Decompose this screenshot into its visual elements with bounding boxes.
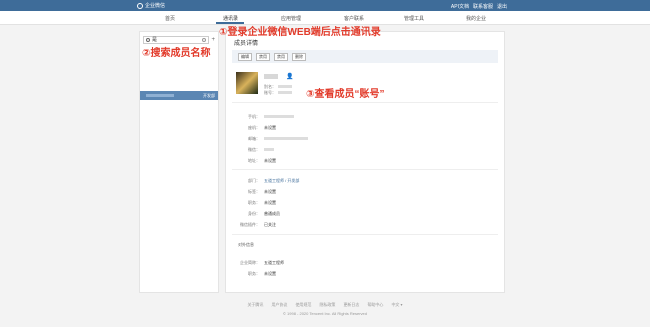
- field-row: 身份： 普通成员: [238, 211, 488, 217]
- page-title: 成员详情: [234, 41, 259, 47]
- field-label: 微信：: [248, 147, 260, 152]
- api-docs-link[interactable]: API文档: [451, 3, 469, 10]
- footer-link[interactable]: 用户协议: [271, 302, 287, 308]
- disable-button[interactable]: 禁用: [256, 53, 270, 61]
- tab-home[interactable]: 首页: [165, 15, 175, 22]
- field-redacted: [264, 137, 308, 141]
- field-row: 企业简称： 五道工程师: [238, 260, 488, 266]
- field-label: 邮箱：: [248, 136, 260, 141]
- account-label: 账号：: [264, 90, 276, 95]
- footer-link[interactable]: 关于腾讯: [247, 302, 263, 308]
- footer-link[interactable]: 使用规范: [295, 302, 311, 308]
- tab-customer-contact[interactable]: 客户联系: [344, 15, 364, 22]
- footer: 关于腾讯 用户协议 使用规范 隐私政策 更新日志 帮助中心 中文 ▾ © 199…: [0, 302, 650, 316]
- field-value: 未设置: [264, 125, 276, 130]
- divider: [232, 102, 498, 103]
- search-input[interactable]: 是: [143, 36, 209, 44]
- delete-button[interactable]: 删除: [292, 53, 306, 61]
- top-links: API文档 联系客服 退出: [451, 3, 507, 10]
- field-label: 企业简称：: [240, 260, 260, 265]
- footer-links: 关于腾讯 用户协议 使用规范 隐私政策 更新日志 帮助中心 中文 ▾: [0, 302, 650, 308]
- member-name-redacted: [264, 74, 278, 79]
- edit-button[interactable]: 编辑: [238, 53, 252, 61]
- footer-link[interactable]: 帮助中心: [367, 302, 383, 308]
- top-bar: 企业微信 API文档 联系客服 退出: [0, 0, 650, 11]
- field-label: 标签：: [248, 189, 260, 194]
- field-row: 手机：: [238, 114, 488, 120]
- search-value: 是: [152, 37, 158, 43]
- app-name: 企业微信: [145, 3, 166, 9]
- disable-button-2[interactable]: 禁用: [274, 53, 288, 61]
- divider: [232, 169, 498, 170]
- annotation-step3: ③查看成员“账号”: [306, 89, 385, 100]
- field-label: 职务：: [248, 200, 260, 205]
- field-value: 未设置: [264, 189, 276, 194]
- tab-management-tools[interactable]: 管理工具: [404, 15, 424, 22]
- annotation-step1: ①登录企业微信WEB端后点击通讯录: [219, 27, 381, 38]
- language-select[interactable]: 中文 ▾: [391, 302, 402, 308]
- field-row: 邮箱：: [238, 136, 488, 142]
- annotation-step2: ②搜索成员名称: [142, 48, 211, 59]
- field-value: 普通成员: [264, 211, 280, 216]
- add-button[interactable]: +: [211, 37, 215, 43]
- field-value: 未设置: [264, 271, 276, 276]
- person-icon: 👤: [286, 74, 294, 80]
- department-link[interactable]: 五道工程师 / 开发部: [264, 178, 299, 183]
- app-logo[interactable]: 企业微信: [137, 2, 165, 9]
- alias-label: 别名：: [264, 84, 276, 89]
- field-label: 地址：: [248, 158, 260, 163]
- member-name-redacted: [146, 94, 174, 97]
- field-value: 已关注: [264, 222, 276, 227]
- result-department: 开发部: [203, 93, 215, 98]
- clear-icon[interactable]: [202, 38, 206, 42]
- field-label: 座机：: [248, 125, 260, 130]
- alias-redacted: [278, 85, 292, 89]
- field-value: 五道工程师: [264, 260, 284, 265]
- footer-link[interactable]: 隐私政策: [319, 302, 335, 308]
- field-row: 微信插件： 已关注: [238, 222, 488, 228]
- field-label: 职务：: [248, 271, 260, 276]
- field-row: 标签： 未设置: [238, 189, 488, 195]
- tab-app-management[interactable]: 应用管理: [281, 15, 301, 22]
- field-label: 微信插件：: [240, 222, 260, 227]
- field-row: 座机： 未设置: [238, 125, 488, 131]
- field-redacted: [264, 115, 294, 119]
- field-value: 未设置: [264, 158, 276, 163]
- field-row: 职务： 未设置: [238, 271, 488, 277]
- department-row: 部门： 五道工程师 / 开发部: [238, 178, 488, 184]
- account-row: 账号：: [264, 90, 292, 96]
- wecom-logo-icon: [137, 2, 143, 9]
- logout-link[interactable]: 退出: [497, 3, 507, 10]
- field-row: 微信：: [238, 147, 488, 153]
- field-value: 未设置: [264, 200, 276, 205]
- account-redacted: [278, 91, 292, 95]
- contact-support-link[interactable]: 联系客服: [473, 3, 493, 10]
- divider: [232, 234, 498, 235]
- field-label: 身份：: [248, 211, 260, 216]
- external-info-heading: 对外信息: [238, 242, 254, 247]
- search-icon: [146, 38, 150, 42]
- tab-contacts[interactable]: 通讯录: [223, 15, 238, 22]
- member-detail-panel: 成员详情 编辑 禁用 禁用 删除 👤 别名： 账号： 手机： 座机： 未设置 邮箱…: [225, 31, 505, 293]
- tab-my-enterprise[interactable]: 我的企业: [466, 15, 486, 22]
- copyright: © 1998 - 2020 Tencent Inc. All Rights Re…: [282, 311, 368, 316]
- avatar: [236, 72, 258, 94]
- field-redacted: [264, 148, 274, 152]
- field-label: 部门：: [248, 178, 260, 183]
- contacts-panel: 是 + 开发部: [139, 31, 219, 293]
- field-label: 手机：: [248, 114, 260, 119]
- field-row: 职务： 未设置: [238, 200, 488, 206]
- search-result-item[interactable]: 开发部: [140, 91, 218, 100]
- field-row: 地址： 未设置: [238, 158, 488, 164]
- footer-link[interactable]: 更新日志: [343, 302, 359, 308]
- detail-toolbar: 编辑 禁用 禁用 删除: [232, 50, 498, 63]
